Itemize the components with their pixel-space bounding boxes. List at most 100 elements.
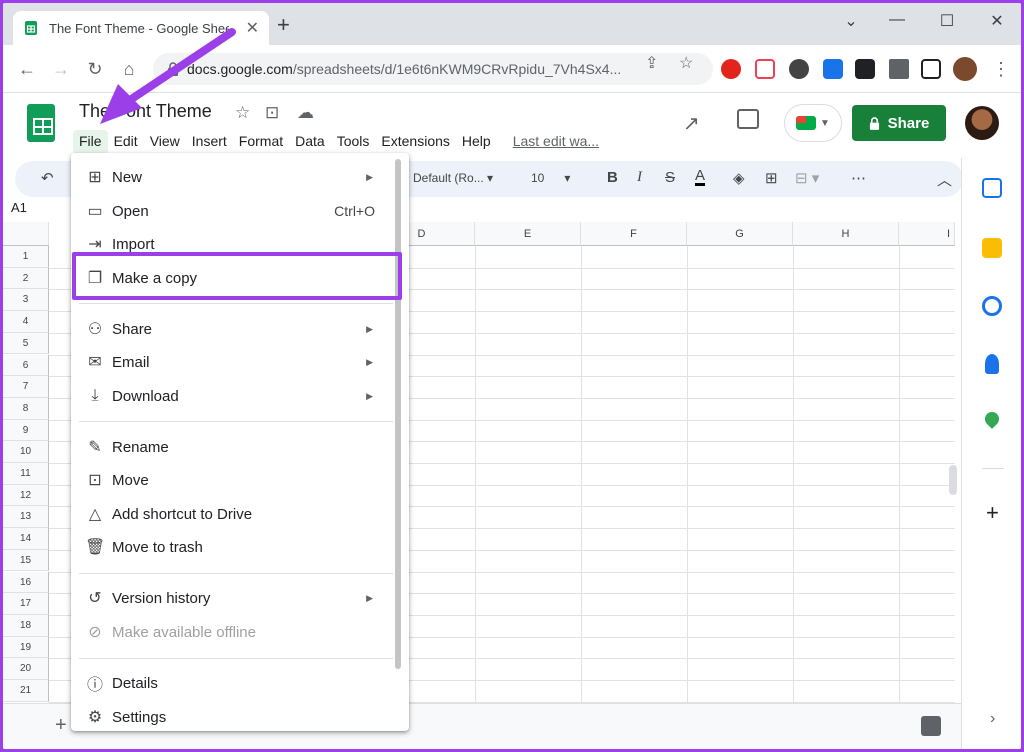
row-header[interactable]: 18: [3, 614, 49, 637]
row-header[interactable]: 3: [3, 289, 49, 312]
borders-icon[interactable]: ⊞: [765, 169, 778, 187]
menu-item-make-copy[interactable]: ❐ Make a copy: [71, 262, 401, 294]
row-header[interactable]: 7: [3, 376, 49, 398]
menu-view[interactable]: View: [144, 130, 186, 154]
bold-icon[interactable]: B: [607, 169, 618, 186]
menu-tools[interactable]: Tools: [331, 130, 376, 154]
column-header[interactable]: E: [475, 222, 581, 246]
menu-format[interactable]: Format: [233, 130, 289, 154]
row-header[interactable]: 6: [3, 354, 49, 377]
row-header[interactable]: 1: [3, 246, 49, 268]
collapse-toolbar-icon[interactable]: ︿: [937, 169, 952, 190]
font-size-select[interactable]: 10 ▾: [531, 171, 570, 185]
add-sheet-icon[interactable]: +: [55, 714, 67, 737]
menu-item-version-history[interactable]: ↺ Version history ▶: [71, 582, 401, 614]
share-page-icon[interactable]: ⇪: [645, 53, 658, 73]
document-title[interactable]: The Font Theme: [79, 101, 212, 122]
more-options-icon[interactable]: ⋯: [851, 169, 866, 187]
row-header[interactable]: 10: [3, 441, 49, 463]
strikethrough-icon[interactable]: S: [665, 169, 675, 186]
menu-item-import[interactable]: ⇥ Import: [71, 228, 401, 260]
row-header[interactable]: 17: [3, 593, 49, 615]
italic-icon[interactable]: I: [637, 169, 642, 186]
menu-item-new[interactable]: ⊞ New ▶: [71, 161, 401, 193]
new-tab-icon[interactable]: +: [277, 14, 290, 36]
maps-icon[interactable]: [982, 409, 1002, 429]
menu-item-share[interactable]: ⚇ Share ▶: [71, 313, 401, 345]
account-avatar[interactable]: [965, 106, 999, 140]
menu-scrollbar[interactable]: [395, 159, 401, 669]
reload-icon[interactable]: ↻: [83, 59, 107, 79]
send-extension-icon[interactable]: [855, 59, 875, 79]
bookmark-star-icon[interactable]: ☆: [679, 53, 693, 73]
cloud-status-icon[interactable]: ☁: [297, 103, 314, 123]
column-header[interactable]: F: [581, 222, 687, 246]
row-header[interactable]: 11: [3, 463, 49, 485]
close-tab-icon[interactable]: ✕: [246, 18, 259, 38]
tab-search-chevron-icon[interactable]: ⌄: [831, 11, 871, 31]
column-header[interactable]: H: [793, 222, 899, 246]
menu-item-rename[interactable]: ✎ Rename: [71, 431, 401, 463]
maximize-icon[interactable]: ☐: [927, 11, 967, 31]
address-bar[interactable]: docs.google.com/spreadsheets/d/1e6t6nKWM…: [153, 53, 713, 85]
row-header[interactable]: 9: [3, 419, 49, 442]
browser-tab[interactable]: The Font Theme - Google Sheets ✕: [13, 11, 269, 45]
row-header[interactable]: 20: [3, 658, 49, 680]
meet-button[interactable]: ▼: [784, 104, 842, 142]
menu-item-move-to-trash[interactable]: 🗑 Move to trash: [71, 531, 401, 563]
minimize-icon[interactable]: —: [877, 11, 917, 29]
row-header[interactable]: 13: [3, 506, 49, 529]
close-window-icon[interactable]: ✕: [977, 11, 1017, 31]
fill-color-icon[interactable]: ◈: [733, 169, 745, 187]
menu-item-email[interactable]: ✉ Email ▶: [71, 346, 401, 378]
last-edit-link[interactable]: Last edit wa...: [507, 130, 605, 154]
column-header[interactable]: G: [687, 222, 793, 246]
row-header[interactable]: 14: [3, 528, 49, 550]
extensions-puzzle-icon[interactable]: [889, 59, 909, 79]
menu-help[interactable]: Help: [456, 130, 497, 154]
menu-item-settings[interactable]: ⚙ Settings: [71, 701, 401, 731]
menu-edit[interactable]: Edit: [108, 130, 144, 154]
row-header[interactable]: 15: [3, 549, 49, 572]
move-folder-icon[interactable]: ⊡: [265, 103, 279, 123]
vertical-scrollbar[interactable]: [949, 465, 957, 495]
side-panel-icon[interactable]: [921, 59, 941, 79]
font-select[interactable]: Default (Ro... ▾: [413, 171, 493, 185]
merge-cells-icon[interactable]: ⊟ ▾: [795, 169, 819, 187]
explore-icon[interactable]: [921, 716, 941, 736]
trend-icon[interactable]: ↗: [683, 111, 700, 136]
calendar-icon[interactable]: [982, 178, 1002, 198]
menu-item-move[interactable]: ⊡ Move: [71, 464, 401, 496]
menu-item-open[interactable]: ▭ Open Ctrl+O: [71, 195, 401, 227]
row-header[interactable]: 16: [3, 571, 49, 594]
profile-avatar[interactable]: [953, 57, 977, 81]
row-header[interactable]: 4: [3, 311, 49, 333]
pocket-extension-icon[interactable]: [755, 59, 775, 79]
menu-item-add-shortcut[interactable]: △ Add shortcut to Drive: [71, 498, 401, 530]
menu-data[interactable]: Data: [289, 130, 331, 154]
tasks-icon[interactable]: [982, 296, 1002, 316]
sheets-logo-icon[interactable]: [27, 104, 55, 142]
keep-icon[interactable]: [982, 238, 1002, 258]
undo-icon[interactable]: ↶: [41, 169, 54, 187]
show-side-panel-icon[interactable]: ›: [990, 710, 995, 728]
column-header[interactable]: I: [899, 222, 955, 246]
get-addons-plus-icon[interactable]: +: [986, 500, 999, 526]
screenshot-extension-icon[interactable]: [823, 59, 843, 79]
row-header[interactable]: 19: [3, 636, 49, 659]
comment-icon[interactable]: [737, 109, 759, 129]
select-all-corner[interactable]: [3, 222, 49, 246]
menu-insert[interactable]: Insert: [186, 130, 233, 154]
text-color-icon[interactable]: A: [695, 168, 706, 186]
home-icon[interactable]: ⌂: [117, 59, 141, 79]
star-icon[interactable]: ☆: [235, 103, 250, 123]
menu-item-download[interactable]: ⤓ Download ▶: [71, 380, 401, 412]
menu-file[interactable]: File: [73, 130, 108, 154]
row-header[interactable]: 12: [3, 484, 49, 507]
spy-extension-icon[interactable]: [789, 59, 809, 79]
contacts-icon[interactable]: [985, 354, 999, 374]
ublock-extension-icon[interactable]: [721, 59, 741, 79]
share-button[interactable]: Share: [852, 105, 946, 141]
row-header[interactable]: 5: [3, 332, 49, 355]
row-header[interactable]: 2: [3, 267, 49, 290]
